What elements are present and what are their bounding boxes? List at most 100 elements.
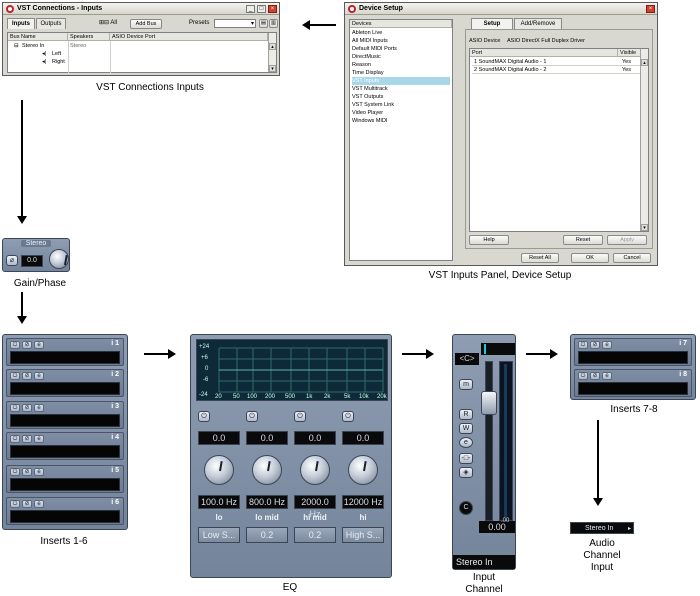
column-speakers[interactable]: Speakers	[68, 33, 110, 41]
channel-color-button[interactable]: C	[459, 501, 473, 515]
device-item[interactable]: VST System Link	[352, 101, 450, 109]
cancel-button[interactable]: Cancel	[613, 253, 651, 263]
insert-plugin-field[interactable]	[10, 382, 120, 395]
devices-header[interactable]: Devices	[350, 20, 452, 28]
bypass-icon[interactable]: ⊘	[22, 341, 32, 349]
scroll-down-icon[interactable]: ▾	[269, 65, 276, 72]
device-item[interactable]: Default MIDI Ports	[352, 45, 450, 53]
band-q-field[interactable]: 0.2	[294, 527, 336, 543]
insert-slot[interactable]: ⏻ ⊘ e i 6	[6, 497, 124, 525]
bypass-icon[interactable]: ⊘	[22, 468, 32, 476]
device-item[interactable]: All MIDI Inputs	[352, 37, 450, 45]
eq-curve-display[interactable]: +24 +6 0 -6 -24 20 50 100 200 500 1k 2k …	[196, 339, 388, 401]
scroll-up-icon[interactable]: ▴	[269, 43, 276, 50]
power-icon[interactable]: ⏻	[10, 500, 20, 508]
insert-plugin-field[interactable]	[10, 510, 120, 523]
device-item-selected[interactable]: VST Inputs	[352, 77, 450, 85]
band-gain-knob[interactable]	[300, 455, 330, 485]
band-frequency-value[interactable]: 100.0 Hz	[198, 495, 240, 509]
collapse-icon[interactable]: ⊟	[14, 42, 19, 50]
band-type-field[interactable]: Low S...	[198, 527, 240, 543]
column-asio-device-port[interactable]: ASIO Device Port	[110, 33, 268, 41]
band-q-field[interactable]: 0.2	[246, 527, 288, 543]
bypass-icon[interactable]: ⊘	[22, 372, 32, 380]
bypass-icon[interactable]: ⊘	[590, 372, 600, 380]
pan-display[interactable]: <C>	[455, 353, 479, 365]
insert-slot[interactable]: ⏻ ⊘ e i 7	[574, 338, 692, 366]
visible-cell[interactable]: Yes	[622, 66, 631, 74]
edit-icon[interactable]: e	[34, 341, 44, 349]
device-item[interactable]: DirectMusic	[352, 53, 450, 61]
visible-cell[interactable]: Yes	[622, 58, 631, 66]
insert-plugin-field[interactable]	[10, 351, 120, 364]
fader-track[interactable]	[485, 361, 493, 521]
input-gain-knob[interactable]	[49, 249, 69, 269]
band-frequency-value[interactable]: 800.0 Hz	[246, 495, 288, 509]
close-icon[interactable]: ×	[646, 5, 655, 13]
band-gain-value[interactable]: 0.0	[294, 431, 336, 445]
fader-handle[interactable]	[481, 391, 497, 415]
power-icon[interactable]: ⏻	[10, 468, 20, 476]
tab-outputs[interactable]: Outputs	[36, 18, 66, 29]
vst-connections-titlebar[interactable]: VST Connections - Inputs	[3, 3, 279, 15]
ports-scrollbar[interactable]: ▴ ▾	[640, 49, 648, 231]
tab-setup[interactable]: Setup	[471, 18, 513, 29]
band-power-icon[interactable]: ⏻	[342, 411, 354, 422]
bypass-icon[interactable]: ⊘	[22, 404, 32, 412]
power-icon[interactable]: ⏻	[578, 372, 588, 380]
edit-icon[interactable]: e	[34, 468, 44, 476]
phase-invert-icon[interactable]: ⌀	[6, 255, 18, 266]
write-automation-button[interactable]: W	[459, 423, 473, 434]
bypass-icon[interactable]: ⊘	[22, 500, 32, 508]
edit-icon[interactable]: e	[602, 341, 612, 349]
insert-slot[interactable]: ⏻ ⊘ e i 1	[6, 338, 124, 366]
insert-slot[interactable]: ⏻ ⊘ e i 5	[6, 465, 124, 493]
apply-button[interactable]: Apply	[607, 235, 647, 245]
read-automation-button[interactable]: R	[459, 409, 473, 420]
device-item[interactable]: Windows MIDI	[352, 117, 450, 125]
insert-slot[interactable]: ⏻ ⊘ e i 3	[6, 401, 124, 429]
edit-icon[interactable]: e	[34, 372, 44, 380]
presets-dropdown[interactable]: ▾	[214, 19, 256, 28]
device-item[interactable]: Reason	[352, 61, 450, 69]
audio-channel-input-field[interactable]: Stereo In ▸	[570, 522, 634, 534]
band-power-icon[interactable]: ⏻	[198, 411, 210, 422]
mute-button[interactable]: m	[459, 379, 473, 390]
maximize-icon[interactable]: □	[257, 5, 266, 13]
bus-list-scrollbar[interactable]: ▴ ▾	[268, 33, 276, 72]
insert-plugin-field[interactable]	[10, 414, 120, 427]
device-item[interactable]: Ableton Live	[352, 29, 450, 37]
band-frequency-value[interactable]: 12000 Hz	[342, 495, 384, 509]
delete-preset-icon[interactable]: ▥	[269, 19, 278, 28]
insert-slot[interactable]: ⏻ ⊘ e i 4	[6, 432, 124, 460]
tab-inputs[interactable]: Inputs	[7, 18, 35, 29]
power-icon[interactable]: ⏻	[10, 341, 20, 349]
band-power-icon[interactable]: ⏻	[294, 411, 306, 422]
tab-add-remove[interactable]: Add/Remove	[514, 18, 562, 29]
insert-plugin-field[interactable]	[10, 445, 120, 458]
insert-plugin-field[interactable]	[578, 351, 688, 364]
table-row[interactable]: 2 SoundMAX Digital Audio - 2 Yes	[472, 66, 646, 74]
column-visible[interactable]: Visible	[618, 49, 642, 57]
channel-name-field[interactable]: Stereo In	[453, 555, 515, 569]
expand-all-toggle[interactable]: ⊞⊟ All	[99, 19, 123, 28]
insert-slot[interactable]: ⏻ ⊘ e i 2	[6, 369, 124, 397]
power-icon[interactable]: ⏻	[10, 372, 20, 380]
edit-icon[interactable]: e	[34, 435, 44, 443]
band-power-icon[interactable]: ⏻	[246, 411, 258, 422]
device-item[interactable]: VST Outputs	[352, 93, 450, 101]
band-gain-knob[interactable]	[252, 455, 282, 485]
insert-bypass-icon[interactable]: ◈	[459, 467, 473, 478]
edit-button[interactable]: e	[459, 437, 473, 448]
column-port[interactable]: Port	[470, 49, 618, 57]
scroll-down-icon[interactable]: ▾	[641, 224, 648, 231]
reset-all-button[interactable]: Reset All	[521, 253, 559, 263]
edit-icon[interactable]: e	[34, 404, 44, 412]
bypass-icon[interactable]: ⊘	[22, 435, 32, 443]
ok-button[interactable]: OK	[571, 253, 609, 263]
scroll-up-icon[interactable]: ▴	[641, 59, 648, 66]
column-bus-name[interactable]: Bus Name	[8, 33, 68, 41]
device-setup-titlebar[interactable]: Device Setup	[345, 3, 657, 15]
close-icon[interactable]: ×	[268, 5, 277, 13]
reset-button[interactable]: Reset	[563, 235, 603, 245]
